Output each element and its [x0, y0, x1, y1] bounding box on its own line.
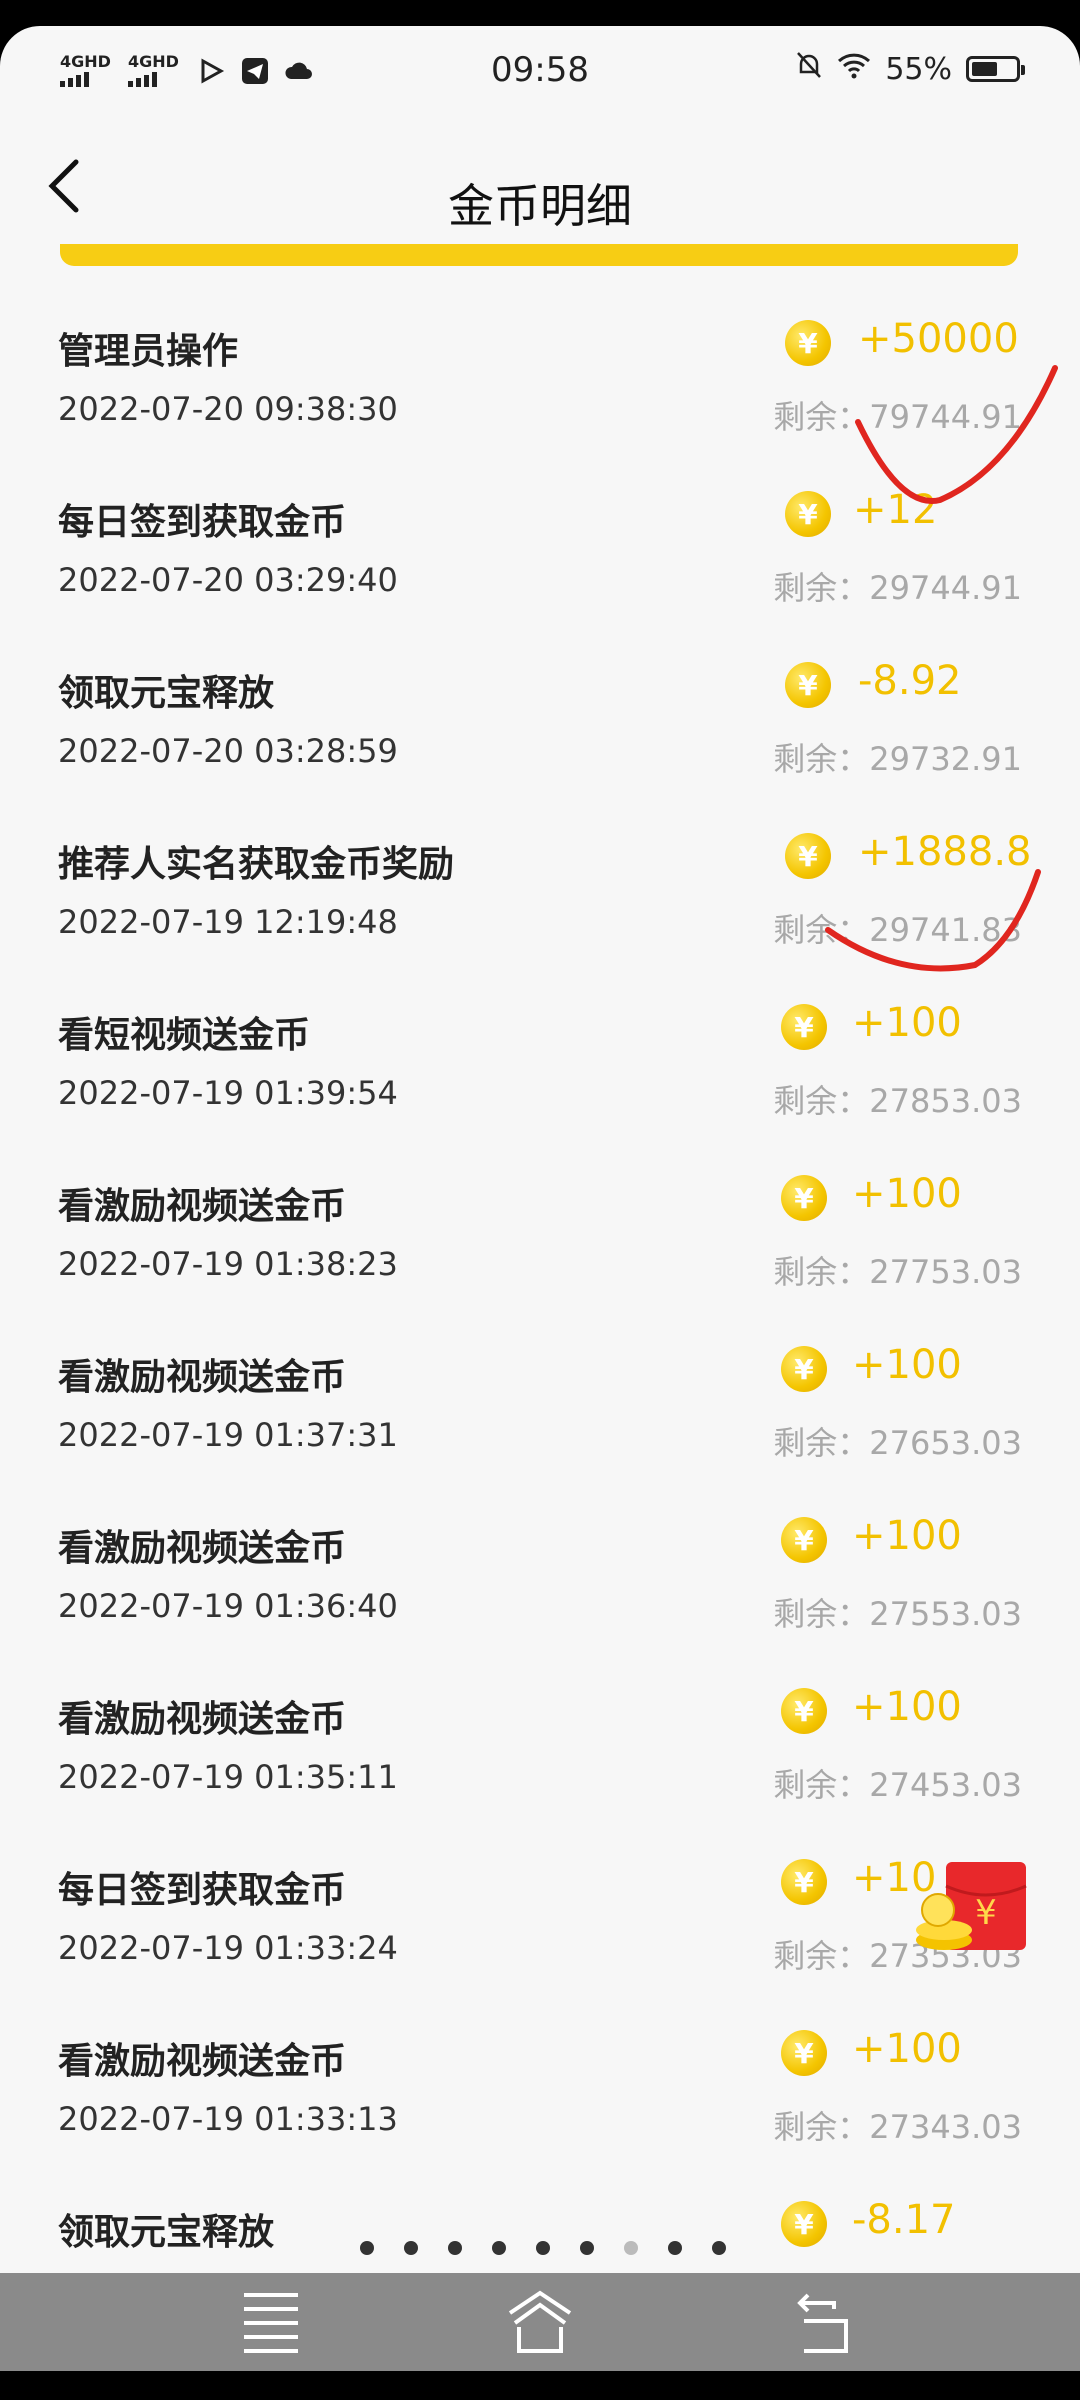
app-screen: 4GHD 4GHD 09:58 55% 金币明细 管理员操作 2022-07-2… — [0, 26, 1080, 2371]
record-remaining: 剩余：27453.03 — [773, 1766, 1022, 1804]
coin-record-row: 看短视频送金币 2022-07-19 01:39:54 ¥ +100 剩余：27853.… — [0, 1000, 1080, 1171]
record-amount: +100 — [852, 1171, 962, 1217]
wifi-icon — [837, 51, 871, 87]
system-nav-bar — [0, 2273, 1080, 2371]
record-time: 2022-07-19 01:36:40 — [58, 1587, 398, 1625]
page-dot[interactable] — [580, 2241, 594, 2255]
coin-icon: ¥ — [781, 1517, 827, 1563]
record-name: 管理员操作 — [58, 331, 239, 372]
mute-icon — [795, 50, 823, 88]
coin-record-row: 看激励视频送金币 2022-07-19 01:38:23 ¥ +100 剩余：27753… — [0, 1171, 1080, 1342]
coin-record-row: 看激励视频送金币 2022-07-19 01:36:40 ¥ +100 剩余：27553… — [0, 1513, 1080, 1684]
record-remaining: 剩余：27853.03 — [773, 1082, 1022, 1120]
coin-record-row: 推荐人实名获取金币奖励 2022-07-19 12:19:48 ¥ +1888.8 剩余… — [0, 829, 1080, 1000]
coin-icon: ¥ — [785, 320, 831, 366]
red-envelope-icon[interactable]: ¥ — [910, 1856, 1040, 1966]
coin-icon: ¥ — [781, 1859, 827, 1905]
record-name: 领取元宝释放 — [58, 673, 275, 714]
record-time: 2022-07-20 09:38:30 — [58, 390, 398, 428]
record-remaining: 剩余：79744.91 — [773, 398, 1022, 436]
record-name: 看激励视频送金币 — [58, 1528, 347, 1569]
record-amount: +50000 — [858, 316, 1019, 362]
coin-icon: ¥ — [781, 2201, 827, 2247]
home-icon — [508, 2290, 572, 2353]
record-time: 2022-07-19 01:39:54 — [58, 1074, 398, 1112]
record-amount: +100 — [852, 1342, 962, 1388]
page-dot[interactable] — [668, 2241, 682, 2255]
page-dot[interactable] — [448, 2241, 462, 2255]
page-dot[interactable] — [492, 2241, 506, 2255]
page-dot[interactable] — [360, 2241, 374, 2255]
coin-icon: ¥ — [781, 1175, 827, 1221]
record-name: 每日签到获取金币 — [58, 502, 347, 543]
coin-record-row: 看激励视频送金币 2022-07-19 01:35:11 ¥ +100 剩余：27453… — [0, 1684, 1080, 1855]
coin-record-row: 看激励视频送金币 2022-07-19 01:33:13 ¥ +100 剩余：27343… — [0, 2026, 1080, 2197]
record-amount: -8.92 — [858, 658, 962, 704]
record-time: 2022-07-19 01:37:31 — [58, 1416, 398, 1454]
coin-record-row: 每日签到获取金币 2022-07-20 03:29:40 ¥ +12 剩余：29744.… — [0, 487, 1080, 658]
record-remaining: 剩余：29732.91 — [773, 740, 1022, 778]
record-name: 每日签到获取金币 — [58, 1870, 347, 1911]
record-name: 领取元宝释放 — [58, 2212, 275, 2253]
record-amount: +100 — [852, 1684, 962, 1730]
record-amount: -8.17 — [852, 2197, 956, 2243]
record-time: 2022-07-19 12:19:48 — [58, 903, 398, 941]
yellow-divider — [60, 244, 1018, 266]
record-name: 看激励视频送金币 — [58, 2041, 347, 2082]
record-time: 2022-07-20 03:29:40 — [58, 561, 398, 599]
record-name: 看激励视频送金币 — [58, 1357, 347, 1398]
page-title: 金币明细 — [448, 179, 632, 233]
record-time: 2022-07-19 01:33:24 — [58, 1929, 398, 1967]
record-amount: +12 — [853, 487, 938, 533]
coin-icon: ¥ — [781, 1004, 827, 1050]
record-remaining: 剩余：27653.03 — [773, 1424, 1022, 1462]
record-name: 看激励视频送金币 — [58, 1699, 347, 1740]
coin-record-row: 管理员操作 2022-07-20 09:38:30 ¥ +50000 剩余：79744.… — [0, 316, 1080, 487]
page-dot[interactable] — [624, 2241, 638, 2255]
record-amount: +100 — [852, 1513, 962, 1559]
coin-icon: ¥ — [781, 1688, 827, 1734]
battery-percent: 55% — [885, 51, 952, 87]
record-amount: +1888.8 — [858, 829, 1032, 875]
menu-icon — [244, 2293, 298, 2353]
back-nav-button[interactable] — [790, 2287, 860, 2357]
record-time: 2022-07-19 01:35:11 — [58, 1758, 398, 1796]
coin-icon: ¥ — [785, 662, 831, 708]
back-icon — [797, 2293, 848, 2353]
svg-text:¥: ¥ — [975, 1893, 997, 1933]
record-remaining: 剩余：27343.03 — [773, 2108, 1022, 2146]
status-bar: 4GHD 4GHD 09:58 55% — [0, 26, 1080, 118]
record-name: 看短视频送金币 — [58, 1015, 311, 1056]
record-amount: +100 — [852, 2026, 962, 2072]
record-name: 推荐人实名获取金币奖励 — [58, 844, 455, 885]
record-remaining: 剩余：29744.91 — [773, 569, 1022, 607]
coin-record-row: 领取元宝释放 2022-07-20 03:28:59 ¥ -8.92 剩余：29732.… — [0, 658, 1080, 829]
coin-icon: ¥ — [785, 833, 831, 879]
record-time: 2022-07-19 01:33:13 — [58, 2100, 398, 2138]
home-button[interactable] — [505, 2287, 575, 2357]
coin-icon: ¥ — [781, 2030, 827, 2076]
coin-icon: ¥ — [781, 1346, 827, 1392]
record-time: 2022-07-20 03:28:59 — [58, 732, 398, 770]
record-time: 2022-07-19 01:38:23 — [58, 1245, 398, 1283]
page-dot[interactable] — [536, 2241, 550, 2255]
page-dot[interactable] — [712, 2241, 726, 2255]
record-name: 看激励视频送金币 — [58, 1186, 347, 1227]
battery-icon — [966, 56, 1025, 82]
status-right: 55% — [795, 50, 1025, 88]
coin-record-row: 看激励视频送金币 2022-07-19 01:37:31 ¥ +100 剩余：27653… — [0, 1342, 1080, 1513]
coin-icon: ¥ — [785, 491, 831, 537]
page-indicator — [360, 2241, 726, 2255]
menu-button[interactable] — [236, 2287, 306, 2357]
page-header: 金币明细 — [0, 118, 1080, 248]
coin-record-list: 管理员操作 2022-07-20 09:38:30 ¥ +50000 剩余：79744.… — [0, 316, 1080, 2368]
record-remaining: 剩余：29741.83 — [773, 911, 1022, 949]
record-remaining: 剩余：27753.03 — [773, 1253, 1022, 1291]
page-dot[interactable] — [404, 2241, 418, 2255]
record-amount: +100 — [852, 1000, 962, 1046]
record-remaining: 剩余：27553.03 — [773, 1595, 1022, 1633]
